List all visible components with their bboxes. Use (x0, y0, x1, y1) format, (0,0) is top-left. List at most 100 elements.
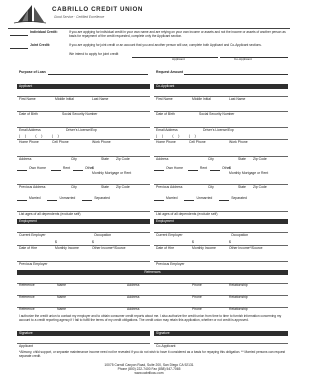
mortgage-label: Monthly Mortgage or Rent (92, 171, 132, 175)
coapplicant-initials-line[interactable] (220, 57, 288, 58)
joint-checkbox[interactable] (10, 48, 28, 49)
prev-city-label: City (71, 185, 77, 189)
purpose-label: Purpose of Loan (19, 70, 46, 74)
co-income-label: Monthly Income (192, 246, 216, 250)
sail-logo-icon (13, 5, 47, 24)
co-ssn-label: Social Security Number (199, 112, 235, 116)
hire-label: Date of Hire (19, 246, 38, 250)
references-bar: References (17, 270, 288, 275)
co-prev-employer-label: Previous Employer (156, 262, 185, 266)
co-middle-label: Middle Initial (192, 97, 211, 101)
co-name-line[interactable] (154, 96, 288, 97)
amount-field[interactable] (184, 74, 288, 75)
co-home-phone-label: Home Phone (156, 140, 176, 144)
initials-applicant-label: Applicant (172, 57, 185, 61)
co-city-label: City (208, 157, 214, 161)
address-line[interactable] (17, 156, 150, 157)
reference-2-label: Reference (19, 295, 35, 299)
brand-tagline: Good Service · Certified Excellence (54, 15, 105, 19)
co-prev-city-label: City (208, 185, 214, 189)
co-email-label: Email Address (156, 128, 178, 132)
zip-label: Zip Code (116, 157, 130, 161)
header-rule (8, 28, 290, 29)
co-dependents-label: List ages of all dependents (exclude sel… (156, 212, 218, 216)
co-hire-line[interactable] (154, 245, 288, 246)
middle-label: Middle Initial (55, 97, 74, 101)
reference-1-address: Address (127, 283, 140, 287)
applicant-section-bar: Applicant (17, 84, 150, 89)
co-state-label: State (238, 157, 246, 161)
co-cell-phone-label: Cell Phone (189, 140, 206, 144)
brand-name: CABRILLO CREDIT UNION (52, 6, 143, 13)
reference-2-address: Address (127, 295, 140, 299)
state-label: State (101, 157, 109, 161)
co-signature-bar: Signature (154, 331, 288, 336)
co-zip-label: Zip Code (253, 157, 267, 161)
employment-bar: Employment (17, 219, 150, 224)
amount-label: Request Amount (156, 70, 183, 74)
co-housing-options[interactable]: Own Home Rent Other (154, 166, 231, 171)
co-mortgage-label: Monthly Mortgage or Rent (229, 171, 269, 175)
first-name-label: First Name (19, 97, 36, 101)
reference-1-label: Reference (19, 283, 35, 287)
dob-label: Date of Birth (19, 112, 38, 116)
housing-options[interactable]: Own Home Rent Other (17, 166, 94, 171)
co-license-label: Driver's License/Exp (203, 128, 234, 132)
applicant-signature-line[interactable] (17, 343, 150, 344)
reference-3-label: Reference (19, 307, 35, 311)
co-occupation-label: Occupation (231, 233, 249, 237)
reference-1-relationship: Relationship (229, 283, 248, 287)
initials-coapplicant-label: Co-Applicant (234, 57, 252, 61)
signature-bar: Signature (17, 331, 150, 336)
prev-employer-label: Previous Employer (19, 262, 48, 266)
reference-2-phone: Phone (192, 295, 202, 299)
co-prev-state-label: State (238, 185, 246, 189)
footer-website[interactable]: www.cabrillocu.com (0, 371, 298, 376)
employer-label: Current Employer (19, 233, 46, 237)
co-dob-label: Date of Birth (156, 112, 175, 116)
reference-3-name: Name (57, 307, 67, 311)
city-label: City (71, 157, 77, 161)
cell-phone-label: Cell Phone (52, 140, 69, 144)
intend-text: We intend to apply for joint credit (69, 52, 119, 56)
disclaimer-text: *Alimony, child support, or separate mai… (19, 350, 286, 358)
email-label: Email Address (19, 128, 41, 132)
authorization-text: I authorize the credit union to contact … (19, 314, 282, 322)
reference-3-phone: Phone (192, 307, 202, 311)
coapplicant-section-bar: Co-Applicant (154, 84, 288, 89)
license-label: Driver's License/Exp (66, 128, 97, 132)
work-phone-label: Work Phone (92, 140, 111, 144)
reference-1-phone: Phone (192, 283, 202, 287)
marital-options[interactable]: Married Unmarried Separated (17, 196, 110, 201)
co-employment-bar: Employment (154, 219, 288, 224)
home-phone-label: Home Phone (19, 140, 39, 144)
occupation-label: Occupation (94, 233, 112, 237)
name-line[interactable] (17, 96, 150, 97)
co-other-income-label: Other Income*/Source (229, 246, 263, 250)
co-employer-label: Current Employer (156, 233, 183, 237)
prev-address-label: Previous Address (19, 185, 46, 189)
coapplicant-signature-label: Co-Applicant (156, 344, 176, 348)
other-income-label: Other Income*/Source (92, 246, 126, 250)
purpose-field[interactable] (48, 74, 148, 75)
income-label: Monthly Income (55, 246, 79, 250)
co-address-line[interactable] (154, 156, 288, 157)
individual-label: Individual Credit: (30, 30, 58, 34)
reference-3-address: Address (127, 307, 140, 311)
co-hire-label: Date of Hire (156, 246, 175, 250)
joint-text: If you are applying for joint credit or … (69, 43, 262, 47)
co-last-name-label: Last Name (229, 97, 246, 101)
co-work-phone-label: Work Phone (229, 140, 248, 144)
reference-1-name: Name (57, 283, 67, 287)
joint-label: Joint Credit: (30, 43, 50, 47)
individual-checkbox[interactable] (10, 35, 28, 36)
reference-2-name: Name (57, 295, 67, 299)
co-prev-address-label: Previous Address (156, 185, 183, 189)
last-name-label: Last Name (92, 97, 109, 101)
prev-state-label: State (101, 185, 109, 189)
reference-2-relationship: Relationship (229, 295, 248, 299)
co-marital-options[interactable]: Married Unmarried Separated (154, 196, 247, 201)
ssn-label: Social Security Number (62, 112, 98, 116)
individual-text: If you are applying for individual credi… (69, 30, 286, 38)
co-prev-zip-label: Zip Code (253, 185, 267, 189)
